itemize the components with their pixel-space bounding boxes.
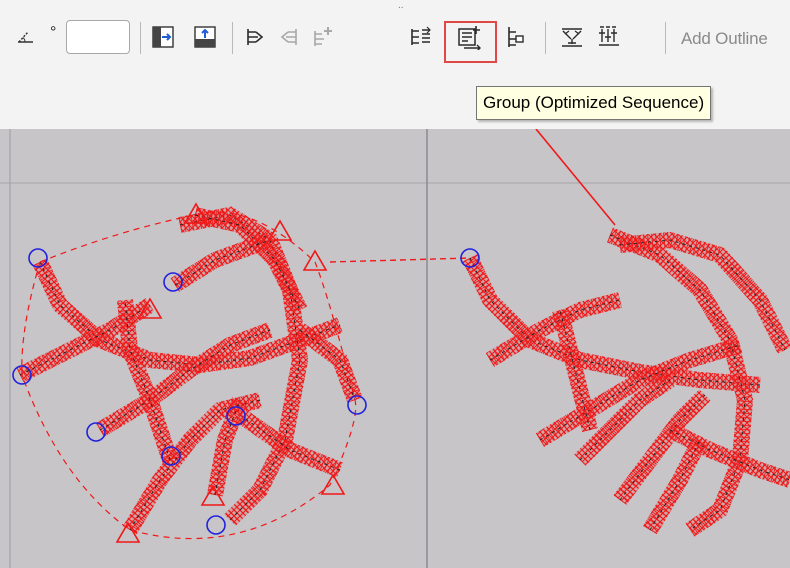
toolbar-separator [665, 22, 666, 54]
embroidery-design-right[interactable] [462, 227, 790, 537]
toolbar-separator [545, 22, 546, 54]
toolbar-grip[interactable]: .. [398, 0, 404, 11]
convert-icon [562, 28, 582, 47]
convert-button[interactable] [555, 20, 589, 54]
add-outline-button[interactable]: Add Outline [681, 29, 768, 49]
align-button[interactable] [592, 20, 626, 54]
panel-arrow-up-icon [194, 26, 216, 48]
design-canvas[interactable] [0, 129, 790, 568]
toolbar-separator [140, 22, 141, 54]
sequence-icon [411, 26, 431, 45]
align-icon [599, 26, 619, 46]
add-branch-button[interactable] [306, 20, 340, 54]
branch-button[interactable] [238, 20, 272, 54]
unbranch-button[interactable] [272, 20, 306, 54]
branch-icon [247, 29, 264, 45]
tree-button[interactable] [498, 20, 532, 54]
unbranch-icon [280, 29, 297, 45]
toolbar-separator [232, 22, 233, 54]
panel-arrow-up-button[interactable] [188, 20, 222, 54]
sequence-button[interactable] [404, 20, 438, 54]
angle-icon [14, 20, 42, 54]
tree-icon [508, 27, 524, 47]
angle-input[interactable] [66, 20, 130, 54]
tooltip-group-optimized-sequence: Group (Optimized Sequence) [476, 86, 712, 120]
add-branch-icon [314, 27, 332, 46]
angle-degree-label: ° [50, 24, 57, 41]
embroidery-design-left[interactable] [16, 206, 363, 540]
toolbar: .. ° Add Outline [0, 0, 790, 68]
connection-lines [329, 129, 616, 263]
panel-arrow-right-button[interactable] [146, 20, 180, 54]
panel-arrow-right-icon [152, 26, 174, 48]
highlight-box [444, 21, 497, 63]
